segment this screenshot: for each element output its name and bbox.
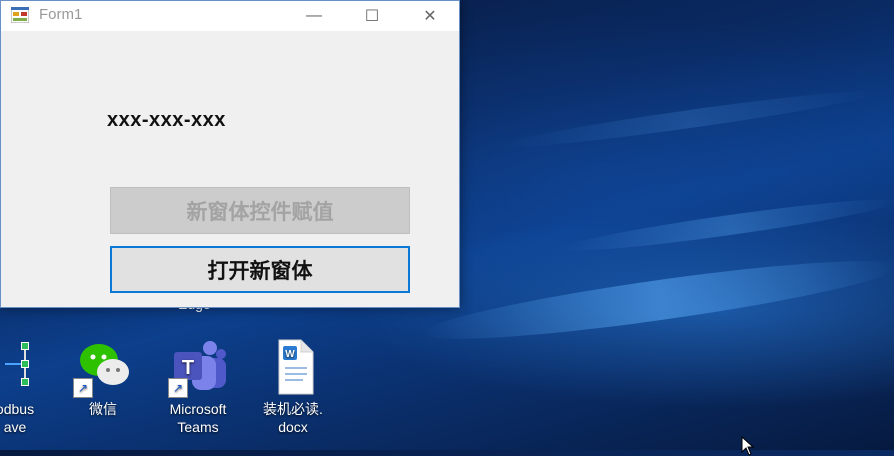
maximize-button[interactable]: ☐ — [343, 1, 401, 31]
svg-text:W: W — [285, 349, 295, 360]
open-new-form-button[interactable]: 打开新窗体 — [110, 246, 410, 293]
desktop-icon-label: Microsoft Teams — [169, 401, 227, 435]
value-label: xxx-xxx-xxx — [107, 109, 226, 131]
desktop-icon-modbus-slave[interactable]: odbus ave — [0, 338, 60, 436]
svg-text:T: T — [182, 357, 194, 379]
modbus-icon — [0, 338, 45, 398]
wallpaper-light-streak — [500, 83, 880, 155]
app-icon — [11, 7, 29, 23]
form1-window: Form1 — ☐ ✕ xxx-xxx-xxx 新窗体控件赋值 打开新窗体 — [0, 0, 460, 308]
assign-new-form-control-button: 新窗体控件赋值 — [110, 187, 410, 234]
window-title: Form1 — [39, 6, 83, 23]
wallpaper-light-streak — [419, 246, 894, 354]
desktop-icon-wechat[interactable]: ↗ 微信 — [58, 338, 148, 418]
desktop-icon-label: 微信 — [89, 401, 117, 417]
word-document-icon: W — [263, 338, 323, 398]
shortcut-arrow-icon: ↗ — [73, 378, 93, 398]
window-titlebar[interactable]: Form1 — ☐ ✕ — [1, 1, 459, 31]
close-icon: ✕ — [423, 8, 437, 25]
wallpaper-light-streak — [560, 191, 894, 259]
mouse-cursor-icon — [741, 436, 755, 456]
desktop-icon-docx-file[interactable]: W 装机必读. docx — [248, 338, 338, 436]
desktop-icon-microsoft-teams[interactable]: T ↗ Microsoft Teams — [153, 338, 243, 436]
minimize-button[interactable]: — — [285, 1, 343, 31]
wechat-icon: ↗ — [73, 338, 133, 398]
maximize-icon: ☐ — [364, 8, 380, 25]
desktop-icon-label: 装机必读. docx — [263, 401, 323, 435]
minimize-icon: — — [306, 7, 322, 24]
close-button[interactable]: ✕ — [401, 1, 459, 31]
desktop-icon-label: odbus ave — [0, 401, 35, 435]
window-client-area: xxx-xxx-xxx 新窗体控件赋值 打开新窗体 — [1, 31, 459, 307]
shortcut-arrow-icon: ↗ — [168, 378, 188, 398]
teams-icon: T ↗ — [168, 338, 228, 398]
